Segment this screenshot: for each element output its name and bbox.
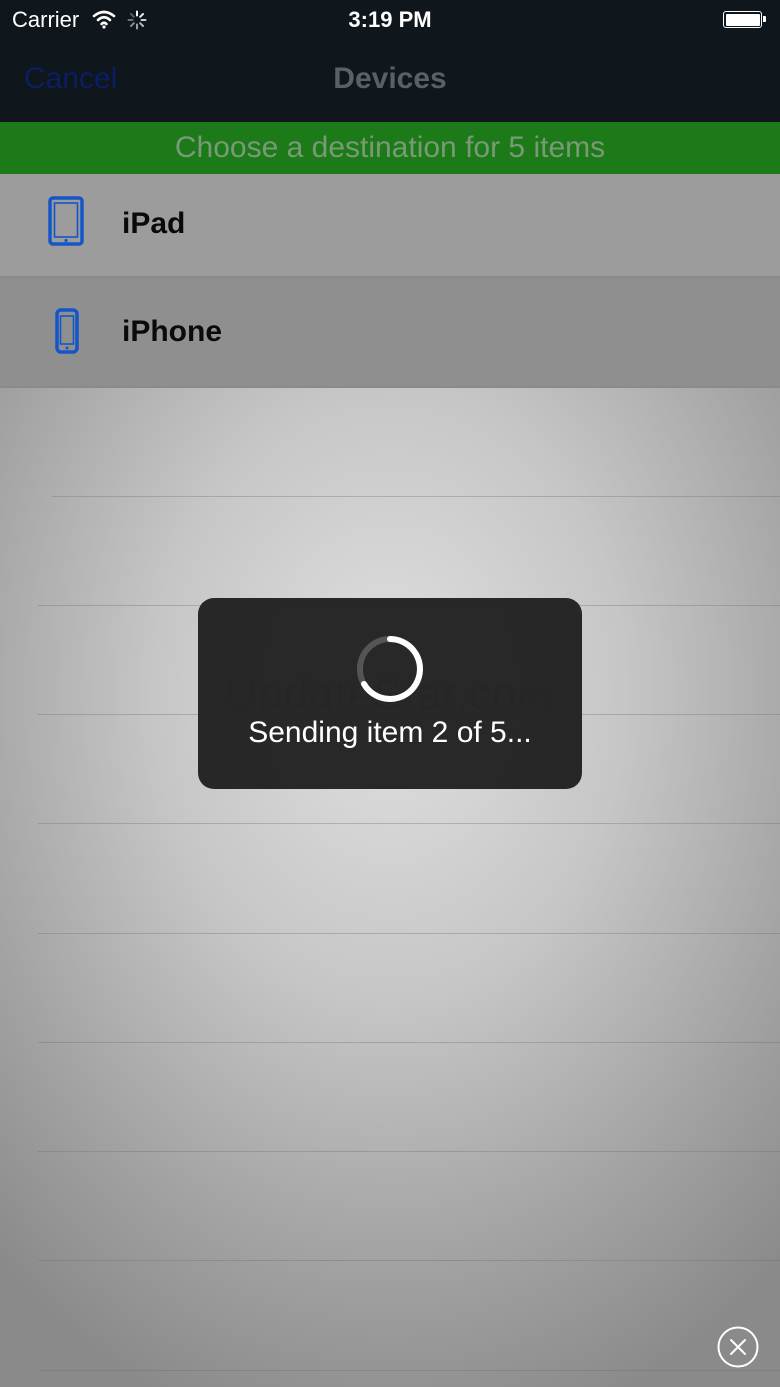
page-title: Devices (333, 62, 447, 95)
navigation-bar: Cancel Devices (0, 40, 780, 122)
destination-banner: Choose a destination for 5 items (0, 122, 780, 174)
row-separator (38, 1042, 780, 1043)
hud-message: Sending item 2 of 5... (248, 716, 532, 749)
status-bar: Carrier 3:19 PM (0, 0, 780, 40)
battery-icon (723, 11, 766, 28)
status-time: 3:19 PM (348, 7, 432, 32)
row-separator (52, 496, 780, 497)
loading-spinner-icon (353, 632, 427, 711)
device-label-ipad: iPad (122, 207, 186, 240)
row-separator (38, 823, 780, 824)
progress-hud: Sending item 2 of 5... (198, 598, 582, 789)
device-row-iphone[interactable]: iPhone (0, 278, 780, 388)
ipad-icon (48, 196, 84, 251)
device-row-ipad[interactable]: iPad (0, 174, 780, 278)
row-separator (38, 933, 780, 934)
row-separator (38, 1370, 780, 1371)
close-icon[interactable] (716, 1325, 760, 1369)
row-separator (38, 1151, 780, 1152)
iphone-icon (55, 308, 79, 359)
row-separator (38, 1260, 780, 1261)
screen: Carrier 3:19 PM Cancel Devices Choose a … (0, 0, 780, 1387)
device-label-iphone: iPhone (122, 315, 223, 348)
